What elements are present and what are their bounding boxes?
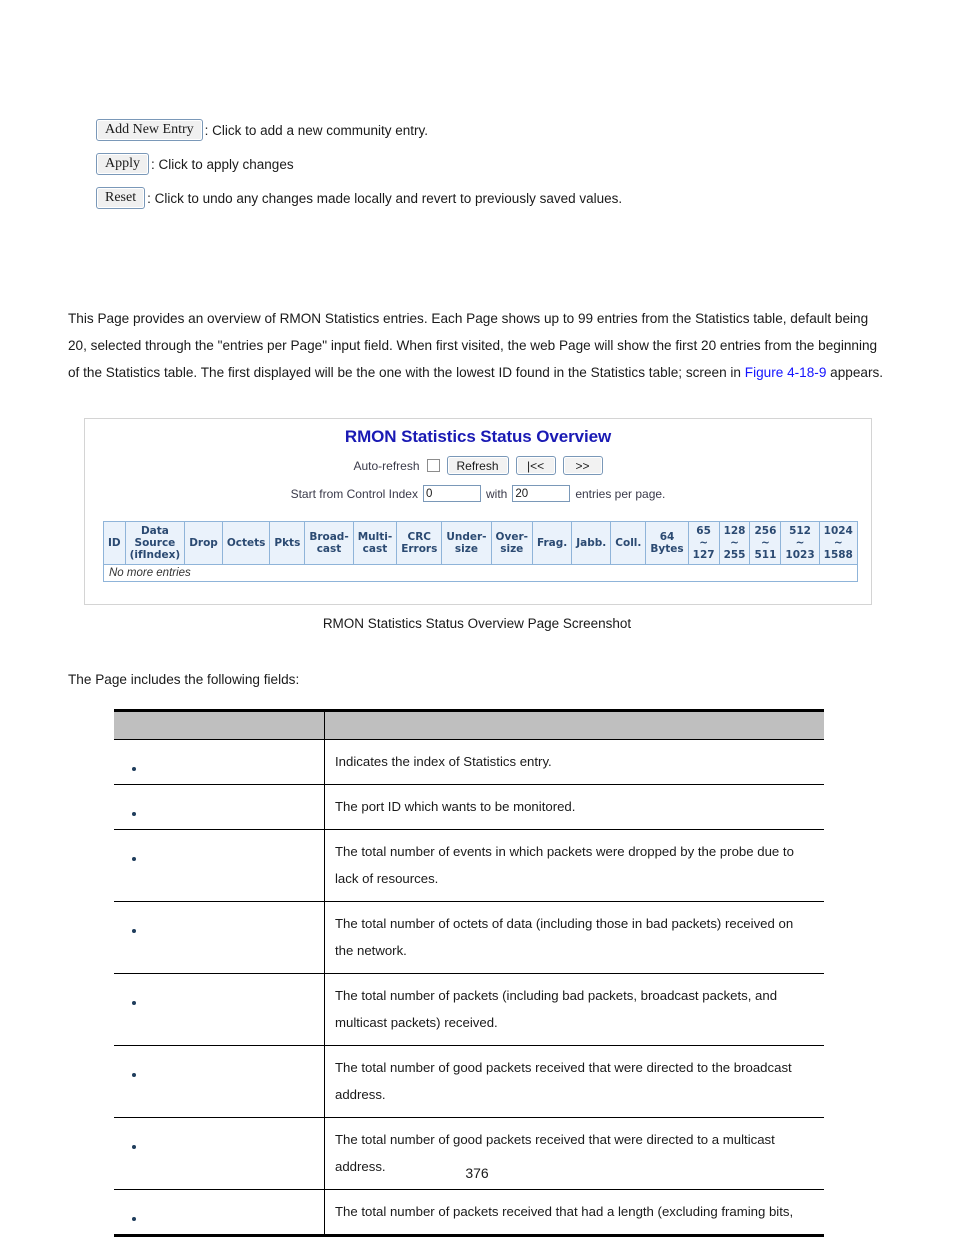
bullet-icon bbox=[132, 1072, 136, 1077]
screenshot-pagination-row: Start from Control Index with entries pe… bbox=[85, 485, 871, 502]
legend-row-apply: Apply : Click to apply changes bbox=[96, 152, 896, 176]
desc-description-cell: The total number of good packets receive… bbox=[324, 1045, 824, 1118]
table-row: Indicates the index of Statistics entry. bbox=[114, 739, 824, 785]
bullet-icon bbox=[132, 766, 136, 771]
desc-description-cell: The total number of packets received tha… bbox=[335, 1204, 794, 1219]
rmon-col-65-127: 65 ~ 127 bbox=[687, 521, 720, 565]
rmon-col-64-bytes: 64 Bytes bbox=[645, 521, 689, 565]
bullet-icon bbox=[132, 928, 136, 933]
auto-refresh-label: Auto-refresh bbox=[353, 458, 420, 473]
button-legend-block: Add New Entry : Click to add a new commu… bbox=[96, 118, 896, 220]
rmon-col-pkts: Pkts bbox=[269, 521, 306, 565]
desc-term-cell bbox=[114, 901, 325, 974]
apply-button[interactable]: Apply bbox=[96, 153, 149, 175]
add-new-entry-button[interactable]: Add New Entry bbox=[96, 119, 203, 141]
apply-description: : Click to apply changes bbox=[151, 156, 294, 172]
figure-reference-link[interactable]: Figure 4-18-9 bbox=[745, 365, 827, 380]
overview-paragraph: This Page provides an overview of RMON S… bbox=[68, 305, 884, 386]
start-control-index-input[interactable] bbox=[422, 485, 481, 502]
rmon-col-multicast: Multi- cast bbox=[352, 521, 398, 565]
desc-term-cell bbox=[114, 784, 325, 830]
desc-description-cell: The port ID which wants to be monitored. bbox=[324, 784, 824, 830]
figure-caption: RMON Statistics Status Overview Page Scr… bbox=[322, 616, 632, 631]
desc-term-cell bbox=[114, 1045, 325, 1118]
rmon-col-frag: Frag. bbox=[531, 521, 573, 565]
rmon-statistics-table: ID Data Source (ifIndex) Drop Octets Pkt… bbox=[103, 521, 858, 582]
rmon-no-more-entries-cell: No more entries bbox=[103, 564, 858, 582]
rmon-col-1024-1588: 1024 ~ 1588 bbox=[818, 521, 858, 565]
desc-header-description bbox=[324, 710, 824, 740]
next-page-button[interactable]: >> bbox=[562, 456, 603, 475]
table-row: The total number of packets (including b… bbox=[114, 973, 824, 1046]
rmon-col-crc-errors: CRC Errors bbox=[396, 521, 443, 565]
fields-intro-text: The Page includes the following fields: bbox=[68, 672, 300, 687]
desc-description-cell: Indicates the index of Statistics entry. bbox=[324, 739, 824, 785]
desc-term-cell bbox=[114, 829, 325, 902]
desc-description-cell: The total number of events in which pack… bbox=[324, 829, 824, 902]
table-row: The total number of packets received tha… bbox=[114, 1189, 824, 1236]
legend-row-reset: Reset : Click to undo any changes made l… bbox=[96, 186, 896, 210]
desc-description-cell: The total number of octets of data (incl… bbox=[324, 901, 824, 974]
bullet-icon bbox=[132, 1144, 136, 1149]
desc-term-cell bbox=[114, 1189, 325, 1236]
table-row: The port ID which wants to be monitored. bbox=[114, 784, 824, 830]
rmon-col-256-511: 256 ~ 511 bbox=[749, 521, 782, 565]
desc-term-cell bbox=[114, 739, 325, 785]
desc-header-row bbox=[114, 710, 824, 740]
rmon-statistics-table-wrap: ID Data Source (ifIndex) Drop Octets Pkt… bbox=[103, 521, 858, 582]
bullet-icon bbox=[132, 811, 136, 816]
start-from-control-index-label: Start from Control Index bbox=[290, 486, 418, 501]
legend-row-add-new-entry: Add New Entry : Click to add a new commu… bbox=[96, 118, 896, 142]
with-label: with bbox=[485, 486, 508, 501]
desc-header-object bbox=[114, 710, 325, 740]
add-new-entry-description: : Click to add a new community entry. bbox=[204, 122, 428, 138]
field-description-table: Indicates the index of Statistics entry.… bbox=[114, 709, 824, 1237]
rmon-col-128-255: 128 ~ 255 bbox=[718, 521, 751, 565]
screenshot-page-title: RMON Statistics Status Overview bbox=[344, 427, 612, 446]
reset-button[interactable]: Reset bbox=[96, 187, 146, 209]
page-number: 376 bbox=[465, 1165, 489, 1181]
bullet-icon bbox=[132, 1000, 136, 1005]
rmon-col-drop: Drop bbox=[184, 521, 223, 565]
rmon-col-undersize: Under- size bbox=[441, 521, 492, 565]
table-row: The total number of events in which pack… bbox=[114, 829, 824, 902]
desc-description-cell: The total number of packets (including b… bbox=[324, 973, 824, 1046]
rmon-col-broadcast: Broad- cast bbox=[304, 521, 354, 565]
refresh-button[interactable]: Refresh bbox=[446, 456, 509, 475]
entries-per-page-input[interactable] bbox=[512, 485, 571, 502]
rmon-col-octets: Octets bbox=[221, 521, 271, 565]
rmon-col-jabb: Jabb. bbox=[571, 521, 612, 565]
bullet-icon bbox=[132, 1216, 136, 1221]
field-description-table-wrap: Indicates the index of Statistics entry.… bbox=[114, 709, 824, 1237]
table-row: The total number of good packets receive… bbox=[114, 1045, 824, 1118]
bullet-icon bbox=[132, 856, 136, 861]
rmon-col-oversize: Over- size bbox=[490, 521, 533, 565]
rmon-col-coll: Coll. bbox=[610, 521, 647, 565]
screenshot-toolbar: Auto-refresh Refresh |<< >> bbox=[85, 456, 871, 475]
reset-description: : Click to undo any changes made locally… bbox=[147, 190, 623, 206]
rmon-col-512-1023: 512 ~ 1023 bbox=[780, 521, 820, 565]
table-row: The total number of octets of data (incl… bbox=[114, 901, 824, 974]
paragraph-text-part-2: appears. bbox=[826, 365, 884, 380]
rmon-header-row: ID Data Source (ifIndex) Drop Octets Pkt… bbox=[103, 521, 858, 565]
rmon-col-id: ID bbox=[103, 521, 126, 565]
first-page-button[interactable]: |<< bbox=[515, 456, 556, 475]
rmon-col-data-source: Data Source (ifIndex) bbox=[124, 521, 186, 565]
desc-term-cell bbox=[114, 973, 325, 1046]
rmon-empty-row: No more entries bbox=[103, 564, 858, 582]
entries-per-page-label: entries per page. bbox=[575, 486, 666, 501]
auto-refresh-checkbox[interactable] bbox=[426, 459, 440, 472]
